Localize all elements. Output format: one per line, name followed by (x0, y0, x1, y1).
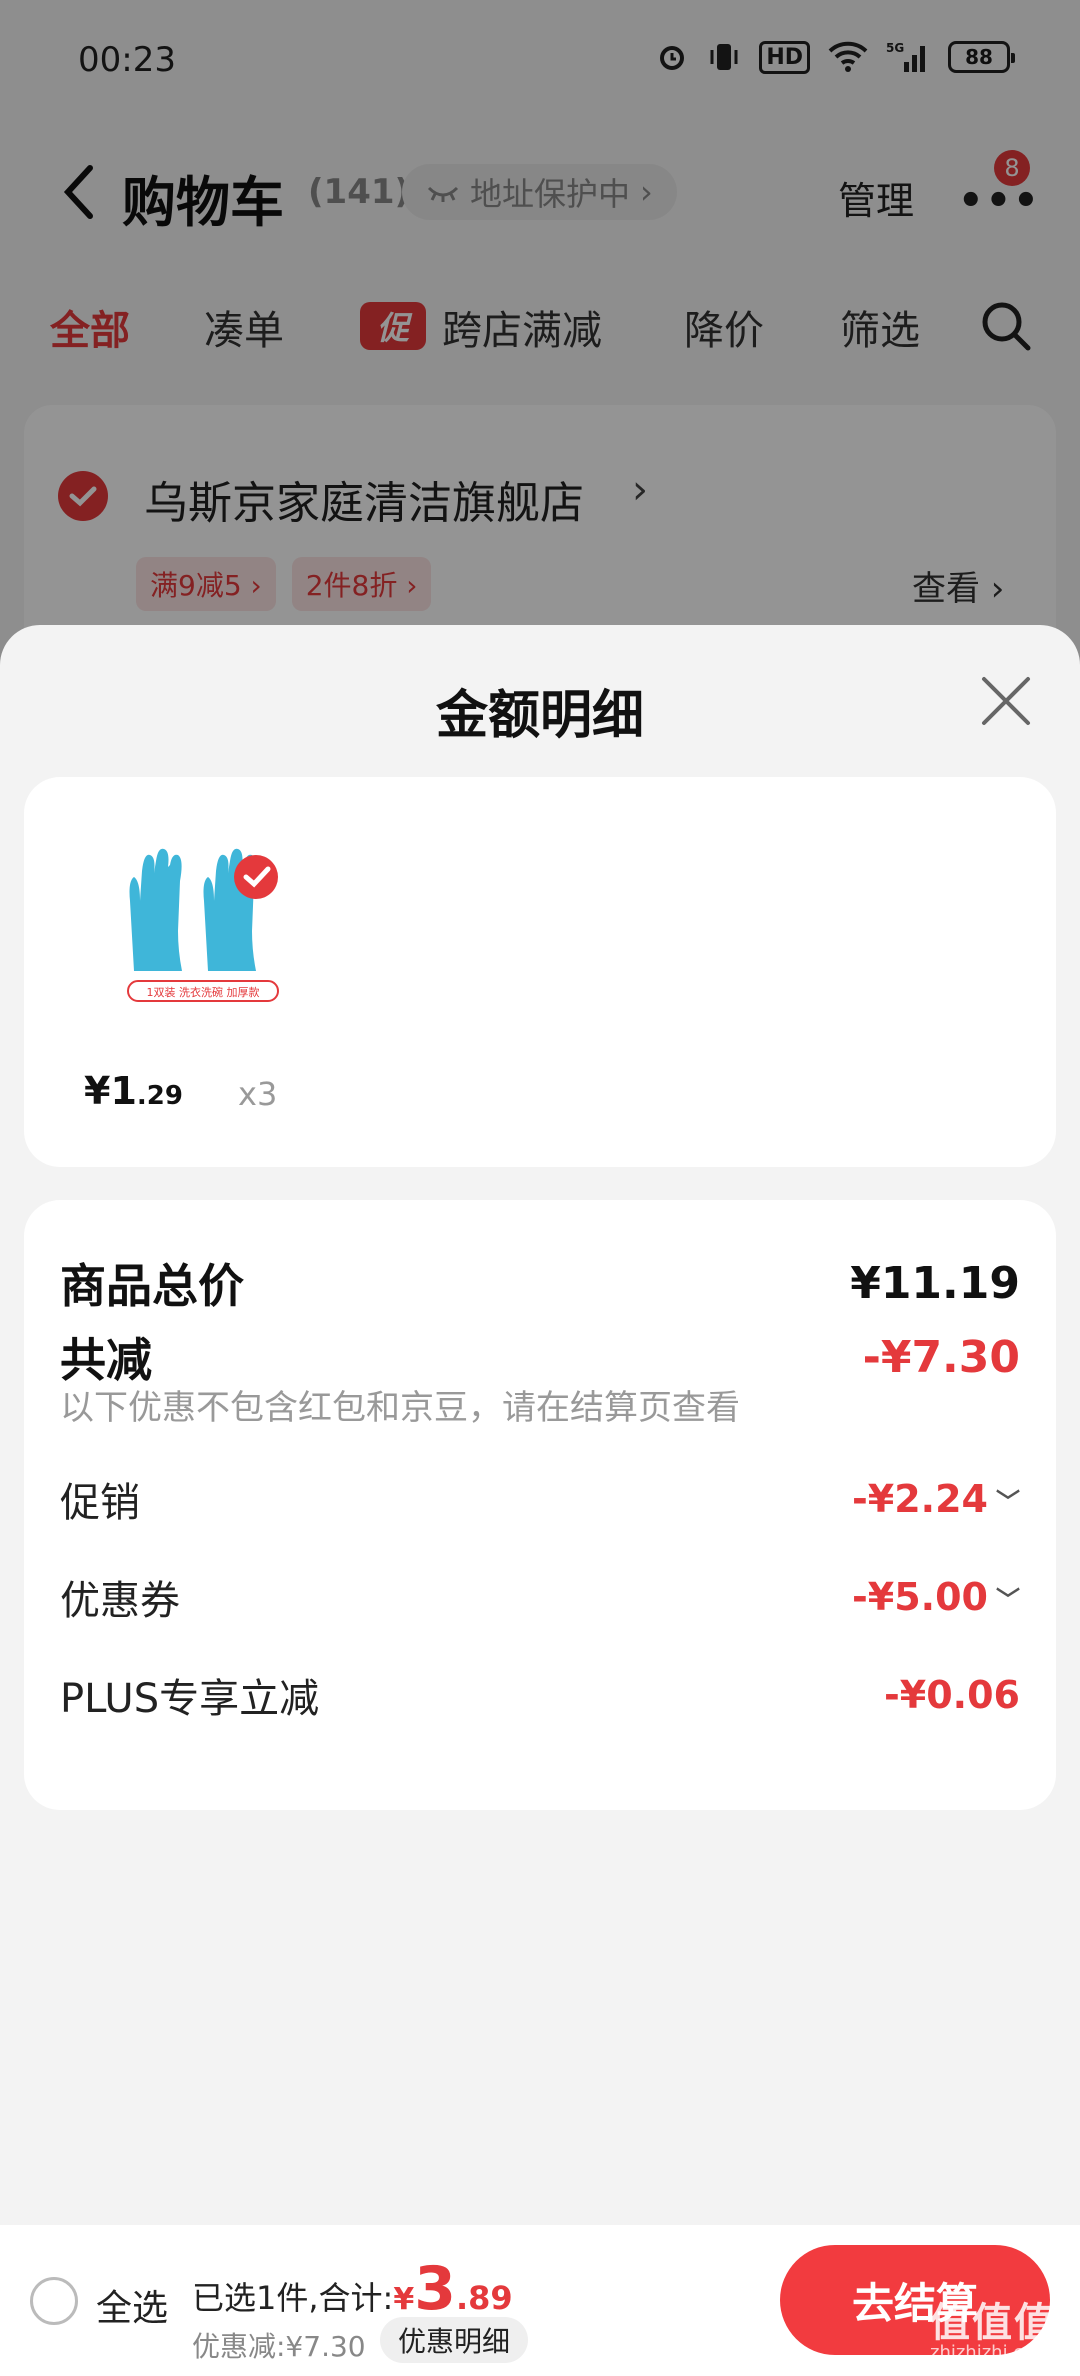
coupon-value-wrap: -¥5.00 ﹀ (852, 1575, 1020, 1619)
discount-note: 以下优惠不包含红包和京豆，请在结算页查看 (60, 1388, 740, 1428)
product-card: 1双装 洗衣洗碗 加厚款 ¥1.29 x3 (24, 777, 1056, 1167)
amount-detail-sheet: 金额明细 1双装 洗衣洗碗 加厚款 ¥1.29 x3 商品总价 ¥11.19 共… (0, 625, 1080, 2225)
discount-summary: 优惠减:¥7.30 (192, 2330, 366, 2363)
promotion-value-wrap: -¥2.24 ﹀ (852, 1477, 1020, 1521)
watermark-url: zhizhizhi.com (930, 2342, 1052, 2363)
selected-summary: 已选1件,合计: ¥ 3 .89 (192, 2259, 513, 2319)
close-icon[interactable] (978, 673, 1034, 729)
plus-discount-row: PLUS专享立减 -¥0.06 (60, 1666, 1020, 1724)
watermark-logo: 值值值 (930, 2300, 1056, 2346)
discount-total-value: -¥7.30 (862, 1331, 1020, 1383)
summary-currency: ¥ (393, 2282, 415, 2317)
price-detail-card: 商品总价 ¥11.19 共减 -¥7.30 以下优惠不包含红包和京豆，请在结算页… (24, 1200, 1056, 1810)
select-all-label[interactable]: 全选 (96, 2279, 168, 2331)
summary-total-int: 3 (414, 2254, 456, 2324)
plus-discount-label: PLUS专享立减 (60, 1676, 320, 1722)
chevron-down-icon[interactable]: ﹀ (996, 1482, 1020, 1517)
product-price-main: ¥1 (84, 1069, 137, 1113)
product-quantity: x3 (238, 1075, 278, 1113)
select-all-radio[interactable] (30, 2277, 78, 2325)
product-price: ¥1.29 (84, 1069, 183, 1113)
total-price-row: 商品总价 ¥11.19 (60, 1250, 1020, 1316)
promotion-label: 促销 (60, 1480, 140, 1526)
glove-product-image[interactable]: 1双装 洗衣洗碗 加厚款 (104, 821, 304, 1011)
promotion-value: -¥2.24 (852, 1477, 988, 1521)
promotion-row[interactable]: 促销 -¥2.24 ﹀ (60, 1470, 1020, 1528)
product-price-decimal: .29 (136, 1081, 183, 1111)
coupon-row[interactable]: 优惠券 -¥5.00 ﹀ (60, 1568, 1020, 1626)
sheet-title: 金额明细 (435, 686, 644, 746)
checkout-bar: 全选 已选1件,合计: ¥ 3 .89 优惠减:¥7.30 优惠明细 去结算 (0, 2225, 1080, 2376)
summary-total-dec: .89 (455, 2279, 513, 2317)
total-price-label: 商品总价 (60, 1259, 244, 1313)
chevron-down-icon[interactable]: ﹀ (996, 1580, 1020, 1615)
coupon-value: -¥5.00 (852, 1575, 988, 1619)
discount-detail-button[interactable]: 优惠明细 (380, 2317, 529, 2363)
product-image-caption: 1双装 洗衣洗碗 加厚款 (147, 985, 260, 999)
plus-discount-value: -¥0.06 (884, 1673, 1020, 1717)
total-price-value: ¥11.19 (850, 1257, 1020, 1309)
coupon-label: 优惠券 (60, 1578, 180, 1624)
summary-prefix: 已选1件,合计: (192, 2279, 394, 2317)
